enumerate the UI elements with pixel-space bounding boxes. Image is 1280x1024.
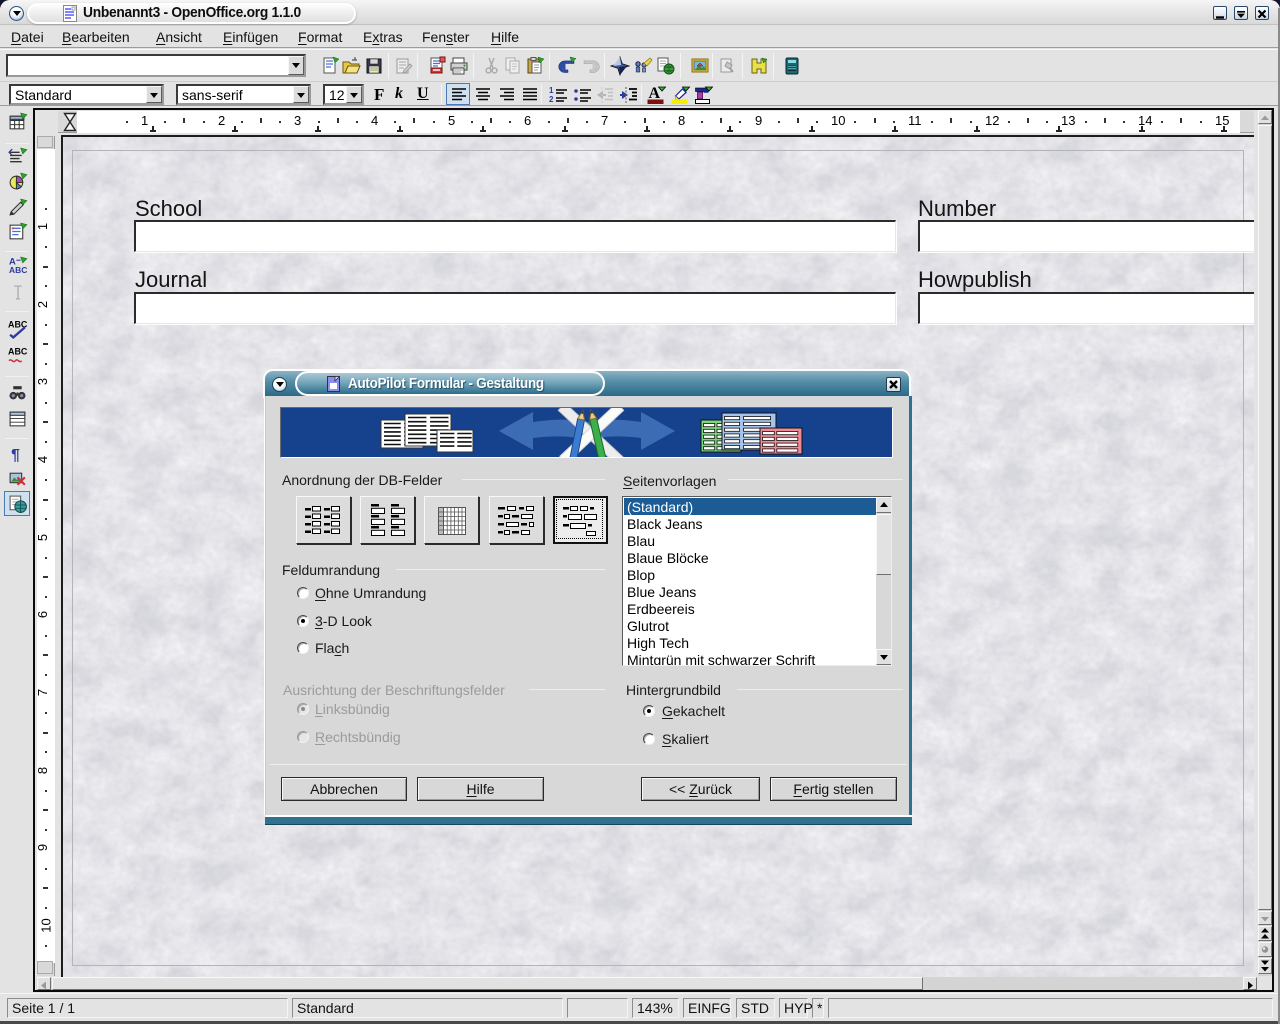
svg-text:ABC: ABC xyxy=(8,346,28,356)
svg-text:¶: ¶ xyxy=(11,447,20,464)
svg-text:1: 1 xyxy=(549,86,554,95)
svg-text:ABC: ABC xyxy=(9,265,27,275)
svg-text:2: 2 xyxy=(549,95,554,104)
